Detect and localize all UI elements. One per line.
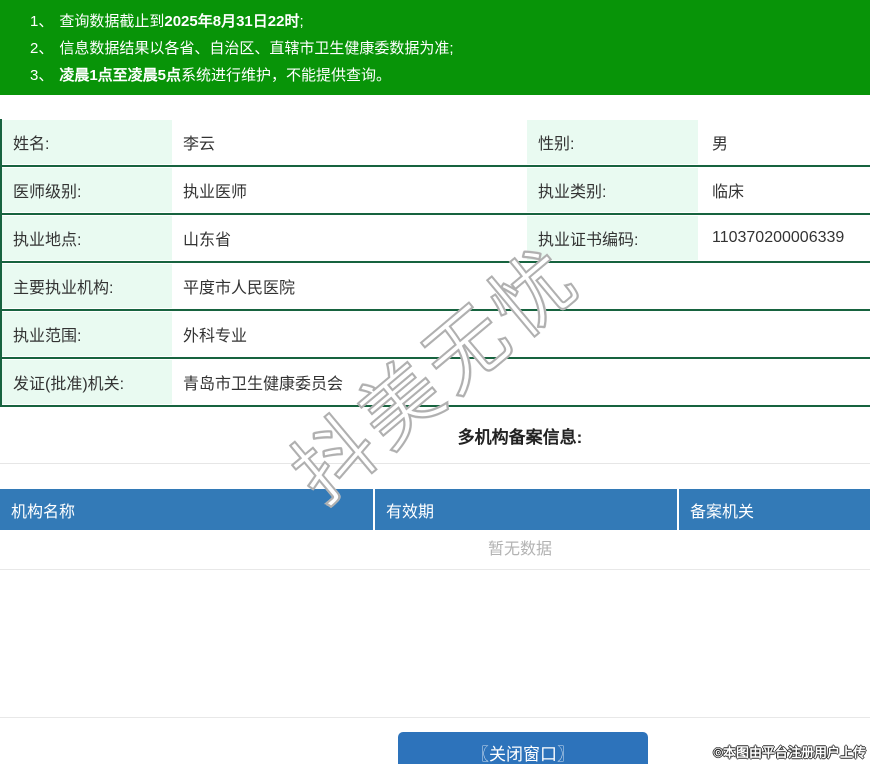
org-name-column-header: 机构名称 xyxy=(11,503,76,521)
footer-divider xyxy=(0,717,870,718)
notice-line-1-text: 查询数据截止到 xyxy=(59,13,165,30)
name-value: 李云 xyxy=(183,136,216,153)
doctor-registration-query-page: 1、 查询数据截止到2025年8月31日22时; 2、 信息数据结果以各省、自治区、… xyxy=(0,0,870,764)
notice-line-3-bold: 凌晨1点至凌晨5点 xyxy=(59,67,182,84)
close-window-button[interactable]: 〖关闭窗口〗 xyxy=(398,732,648,764)
practice-location-label: 执业地点: xyxy=(2,215,172,261)
table-row-issuing-authority: 发证(批准)机关: 青岛市卫生健康委员会 xyxy=(2,359,870,407)
notice-banner: 1、 查询数据截止到2025年8月31日22时; 2、 信息数据结果以各省、自治区、… xyxy=(0,0,870,95)
doctor-level-label: 医师级别: xyxy=(2,167,172,213)
table-row-location-certificate: 执业地点: 山东省 执业证书编码: 110370200006339 xyxy=(2,215,870,263)
issuing-authority-label: 发证(批准)机关: xyxy=(2,359,172,405)
notice-line-1-tail: ; xyxy=(299,13,304,30)
name-label: 姓名: xyxy=(2,119,172,165)
notice-line-1-number: 1、 xyxy=(30,13,54,30)
issuing-authority-value: 青岛市卫生健康委员会 xyxy=(183,376,344,393)
main-institution-label: 主要执业机构: xyxy=(2,263,172,309)
notice-line-3-tail: 系统进行维护，不能提供查询。 xyxy=(181,67,392,84)
no-data-message: 暂无数据 xyxy=(0,530,870,570)
gender-value: 男 xyxy=(712,136,729,153)
multi-org-section-title: 多机构备案信息: xyxy=(0,407,870,464)
notice-line-2-text: 信息数据结果以各省、自治区、直辖市卫生健康委数据为准; xyxy=(59,40,454,57)
gender-label: 性别: xyxy=(527,119,698,165)
notice-line-2: 2、 信息数据结果以各省、自治区、直辖市卫生健康委数据为准; xyxy=(30,35,870,62)
doctor-level-value: 执业医师 xyxy=(183,184,248,201)
table-row-main-institution: 主要执业机构: 平度市人民医院 xyxy=(2,263,870,311)
practice-scope-value: 外科专业 xyxy=(183,328,248,345)
practice-category-label: 执业类别: xyxy=(527,167,698,213)
multi-org-table: 机构名称 有效期 备案机关 暂无数据 xyxy=(0,489,870,570)
notice-line-1: 1、 查询数据截止到2025年8月31日22时; xyxy=(30,8,870,35)
notice-line-2-number: 2、 xyxy=(30,40,54,57)
filing-authority-column-header: 备案机关 xyxy=(677,489,870,530)
main-institution-value: 平度市人民医院 xyxy=(183,280,296,297)
page-inner: 1、 查询数据截止到2025年8月31日22时; 2、 信息数据结果以各省、自治区、… xyxy=(0,0,870,764)
certificate-number-value: 110370200006339 xyxy=(712,229,845,246)
notice-line-3: 3、 凌晨1点至凌晨5点系统进行维护，不能提供查询。 xyxy=(30,62,870,89)
practice-location-value: 山东省 xyxy=(183,232,232,249)
table-row-name-gender: 姓名: 李云 性别: 男 xyxy=(2,119,870,167)
validity-column-header: 有效期 xyxy=(373,489,677,530)
certificate-number-label: 执业证书编码: xyxy=(527,215,698,261)
notice-line-1-bold: 2025年8月31日22时 xyxy=(164,13,300,30)
table-row-level-category: 医师级别: 执业医师 执业类别: 临床 xyxy=(2,167,870,215)
practice-scope-label: 执业范围: xyxy=(2,311,172,357)
notice-line-3-number: 3、 xyxy=(30,67,54,84)
multi-org-table-header: 机构名称 有效期 备案机关 xyxy=(0,489,870,530)
practice-category-value: 临床 xyxy=(712,184,745,201)
doctor-info-table: 姓名: 李云 性别: 男 医师级别: 执业医师 执业类别: 临床 执业地点: 山… xyxy=(0,119,870,407)
table-row-practice-scope: 执业范围: 外科专业 xyxy=(2,311,870,359)
